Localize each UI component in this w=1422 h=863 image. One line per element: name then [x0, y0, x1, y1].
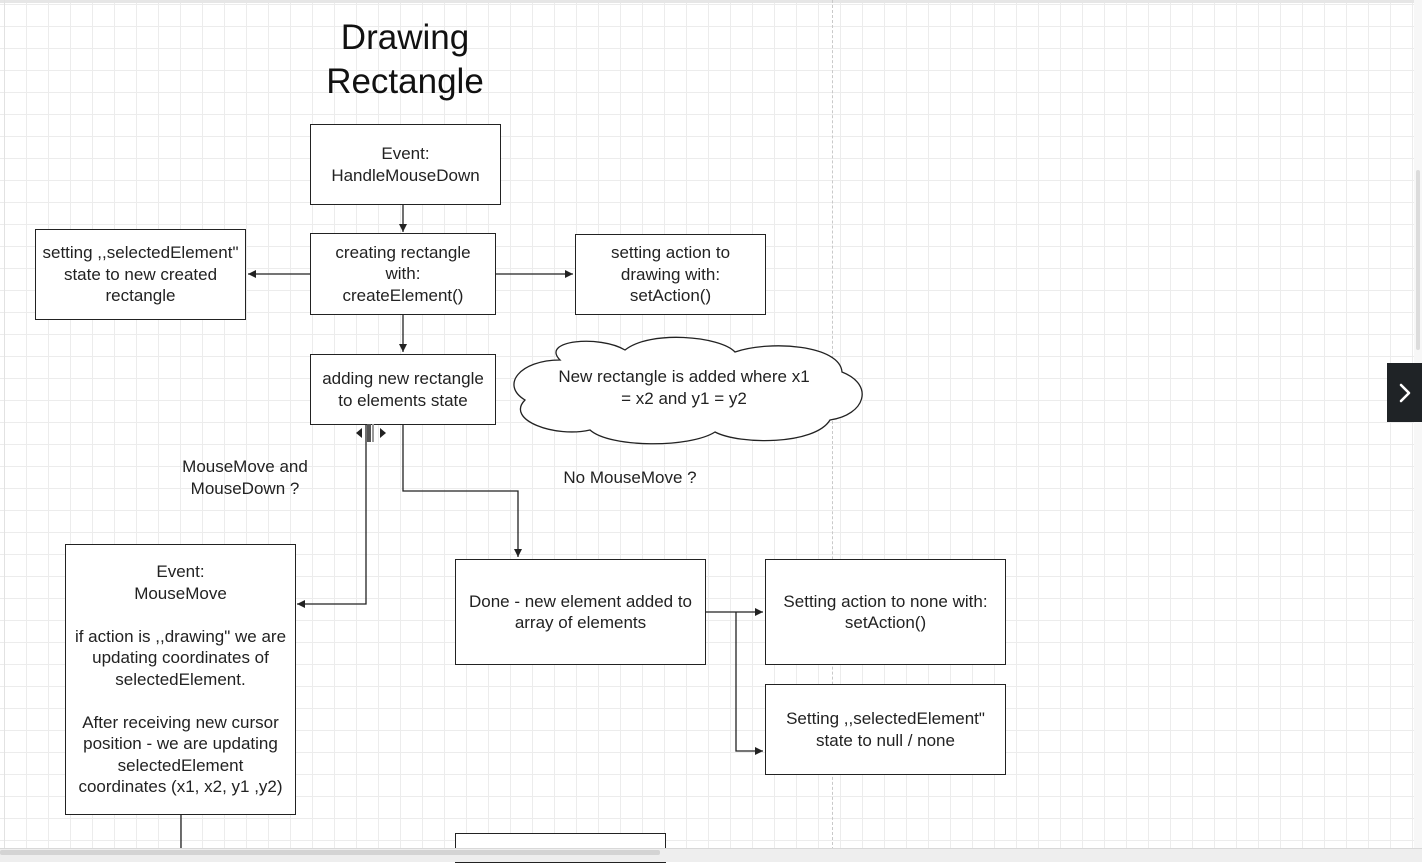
node-mousemove-event[interactable]: Event: MouseMove if action is ,,drawing"… [65, 544, 296, 815]
chevron-right-icon [1399, 383, 1410, 402]
resize-handle-icon[interactable] [354, 422, 388, 444]
edge-label-no-mousemove[interactable]: No MouseMove ? [540, 467, 720, 489]
edge-label-mousemove-and-down[interactable]: MouseMove and MouseDown ? [160, 456, 330, 500]
edge-add-state-to-done [402, 425, 522, 557]
edge-add-state-to-mousemove [297, 425, 367, 608]
horizontal-scroll-thumb[interactable] [0, 850, 660, 855]
side-panel-toggle-button[interactable] [1387, 363, 1422, 422]
node-selected-element-null[interactable]: Setting ,,selectedElement" state to null… [765, 684, 1006, 775]
node-done[interactable]: Done - new element added to array of ele… [455, 559, 706, 665]
node-create-rectangle[interactable]: creating rectangle with: createElement() [310, 233, 496, 315]
diagram-canvas[interactable]: Drawing Rectangle Event: HandleMouseDown… [0, 0, 1422, 863]
node-add-to-elements-state[interactable]: adding new rectangle to elements state [310, 354, 496, 425]
node-selected-element-state[interactable]: setting ,,selectedElement" state to new … [35, 229, 246, 320]
cloud-note[interactable]: New rectangle is added where x1 = x2 and… [538, 366, 830, 410]
vertical-scroll-thumb[interactable] [1416, 170, 1420, 350]
vertical-scrollbar[interactable] [1414, 0, 1422, 850]
edge-done-to-selected-null [735, 612, 763, 755]
node-set-action-drawing[interactable]: setting action to drawing with: setActio… [575, 234, 766, 315]
node-mousedown-event[interactable]: Event: HandleMouseDown [310, 124, 501, 205]
node-set-action-none[interactable]: Setting action to none with: setAction() [765, 559, 1006, 665]
